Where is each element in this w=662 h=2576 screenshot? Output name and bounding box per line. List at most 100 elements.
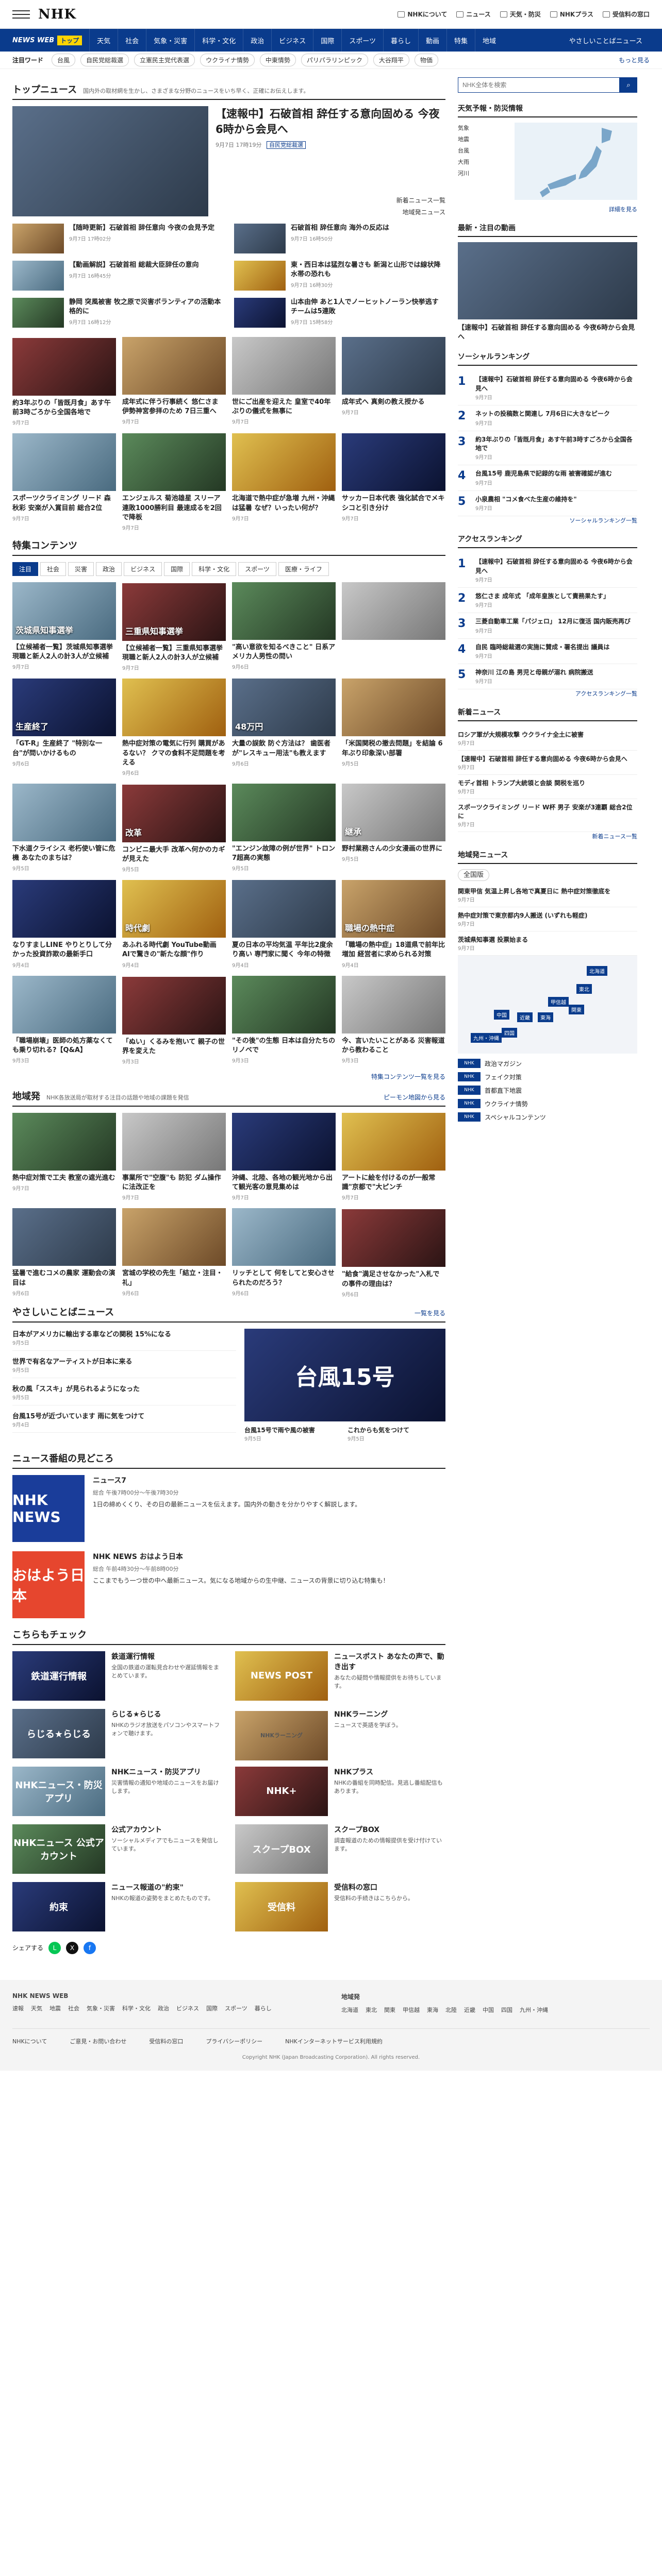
trending-chip[interactable]: 自民党総裁選 — [80, 54, 129, 66]
news-card[interactable]: 生産終了 「GT-R」生産終了 "特別な一台"が問いかけるもの 9月6日 — [12, 679, 116, 776]
news-card[interactable]: 「職場崩壊」医師の処方薬なくても乗り切れる?【Q&A】 9月3日 — [12, 975, 116, 1065]
news-title[interactable]: 「職場の熱中症」18道県で前年比増加 経営者に求められる対策 — [342, 941, 445, 959]
check-item[interactable]: NHK+ NHKプラス NHKの番組を同時配信。見逃し番組配信もあります。 — [235, 1766, 445, 1816]
rank-title[interactable]: 悠仁さま 成年式 「成年皇族として責務果たす」 — [475, 592, 609, 601]
region-select[interactable]: 全国版 — [458, 869, 490, 882]
x-icon[interactable]: X — [66, 1941, 79, 1954]
easy-item[interactable]: 秋の風「ススキ」が見られるようになった 9月5日 — [12, 1383, 236, 1405]
trending-chip[interactable]: 大谷翔平 — [373, 54, 409, 66]
region-button[interactable]: 東北 — [576, 984, 592, 994]
footer-link[interactable]: 関東 — [384, 2007, 395, 2013]
news-title[interactable]: スポーツクライミング リード 森秋彩 安楽が入賞目前 総合2位 — [12, 494, 116, 513]
news-title[interactable]: 約3年ぶりの「皆既月食」あす午前3時ごろから全国各地で — [12, 399, 116, 417]
news-title[interactable]: 熱中症対策の電気に行列 購買があるない？ クマの食料不足問題を考える — [122, 739, 226, 768]
news-title[interactable]: ロシア軍が大規模攻撃 ウクライナ全土に被害 — [458, 730, 637, 739]
trending-more-link[interactable]: もっと見る — [619, 56, 650, 64]
rank-title[interactable]: 神奈川 江の島 男児と母親が溺れ 病院搬送 — [475, 668, 593, 677]
nav-item-weather[interactable]: 天気 — [89, 29, 118, 52]
extra-link[interactable]: NHK ウクライナ情勢 — [458, 1099, 637, 1109]
footer-link[interactable]: 北海道 — [341, 2007, 358, 2013]
news-card[interactable]: 熱中症対策で工夫 教室の遮光進む 9月7日 — [12, 1113, 116, 1201]
check-title[interactable]: ニュースポスト あなたの声で、動き出す — [334, 1651, 445, 1672]
footer-link[interactable]: スポーツ — [225, 2005, 247, 2012]
extra-label[interactable]: ウクライナ情勢 — [485, 1099, 528, 1108]
extra-label[interactable]: スペシャルコンテンツ — [485, 1113, 546, 1122]
news-thumb[interactable] — [12, 1113, 116, 1171]
region-button[interactable]: 近畿 — [517, 1012, 533, 1023]
news-title[interactable]: アートに絵を付けるのが一般常識"京都で"大ピンチ — [342, 1174, 445, 1192]
news-thumb[interactable]: 改革 — [122, 784, 226, 842]
nhk-logo[interactable]: NHK — [38, 7, 76, 22]
news-thumb[interactable] — [122, 976, 226, 1035]
news-title[interactable]: 関東甲信 気温上昇し各地で真夏日に 熱中症対策徹底を — [458, 887, 637, 895]
tab-business[interactable]: ビジネス — [124, 562, 162, 576]
nav-item-science[interactable]: 科学・文化 — [194, 29, 243, 52]
footer-link[interactable]: NHKについて — [12, 2037, 47, 2045]
news-list-item[interactable]: スポーツクライミング リード W杯 男子 安楽が3連覇 総合2位に 9月7日 — [458, 799, 637, 833]
rank-item[interactable]: 5 神奈川 江の島 男児と母親が溺れ 病院搬送 9月7日 — [458, 664, 637, 690]
rank-item[interactable]: 3 約3年ぶりの「皆既月食」あす午前3時すごろから全国各地で 9月7日 — [458, 431, 637, 466]
nav-item-politics[interactable]: 政治 — [243, 29, 271, 52]
news-thumb[interactable]: 職場の熱中症 — [342, 880, 445, 938]
check-thumb[interactable]: NHKニュース 公式アカウント — [12, 1824, 105, 1874]
check-item[interactable]: 約束 ニュース報道の"約束" NHKの報道の姿勢をまとめたものです。 — [12, 1882, 223, 1931]
news-thumb[interactable] — [232, 337, 336, 395]
news-card[interactable]: なりすましLINE やりとりして分かった投資詐欺の最新手口 9月4日 — [12, 880, 116, 969]
extra-link[interactable]: NHK 政治マガジン — [458, 1059, 637, 1069]
news-list-item[interactable]: 茨城県知事選 投票始まる 9月7日 — [458, 931, 637, 956]
news-title[interactable]: "その後"の生態 日本は自分たちのリノベで — [232, 1037, 336, 1055]
check-item[interactable]: NHKニュース・防災アプリ NHKニュース・防災アプリ 災害情報の通知や地域のニュー… — [12, 1766, 223, 1816]
local-map-link[interactable]: ピーモン地図から見る — [384, 1093, 445, 1101]
nav-item-easy-news[interactable]: やさしいことばニュース — [562, 29, 650, 52]
news-title[interactable]: 野村業務さんの少女漫画の世界に — [342, 844, 445, 854]
news-card[interactable]: 48万円 大量の誤飲 防ぐ方法は？ 歯医者が"レスキュー用法"も教えます 9月6日 — [232, 679, 336, 776]
line-icon[interactable]: L — [48, 1941, 61, 1954]
check-thumb[interactable]: NHKラーニング — [235, 1710, 328, 1760]
program-item[interactable]: おはよう日本 NHK NEWS おはよう日本 総合 午前4時30分〜午前8時00分… — [12, 1551, 445, 1618]
region-button[interactable]: 関東 — [569, 1005, 584, 1015]
program-name[interactable]: ニュース7 — [93, 1475, 361, 1485]
check-item[interactable]: 受信料 受信料の窓口 受信料の手続きはこちらから。 — [235, 1882, 445, 1931]
news-thumb[interactable] — [122, 433, 226, 492]
check-thumb[interactable]: NHKニュース・防災アプリ — [12, 1766, 105, 1816]
footer-link[interactable]: 地震 — [49, 2005, 61, 2012]
news-title[interactable]: 「GT-R」生産終了 "特別な一台"が問いかけるもの — [12, 739, 116, 758]
rank-title[interactable]: 【速報中】石破首相 辞任する意向固める 今夜6時から会見へ — [475, 375, 637, 393]
japan-map[interactable] — [515, 123, 637, 200]
facebook-icon[interactable]: f — [84, 1941, 96, 1954]
news-card[interactable]: 山本由伸 あと1人でノーヒットノーラン快挙逃す チームは5連敗 9月7日 15時5… — [234, 298, 445, 330]
newest-more-link[interactable]: 新着ニュース一覧 — [458, 832, 637, 840]
news-title[interactable]: あふれる時代劇 YouTube動画 AIで驚きの"新たな顔"作り — [122, 941, 226, 959]
news-card[interactable]: 「ぬい」くるみを抱いて 親子の世界を変えた 9月3日 — [122, 976, 226, 1065]
nav-item-life[interactable]: 暮らし — [383, 29, 418, 52]
news-card[interactable]: 下水道クライシス 老朽使い管に危機 あなたのまちは？ 9月5日 — [12, 783, 116, 873]
news-card[interactable]: 成年式へ 真剣の教え授かる 9月7日 — [342, 337, 445, 426]
news-thumb[interactable] — [12, 975, 116, 1033]
nav-item-disaster[interactable]: 気象・災害 — [146, 29, 194, 52]
news-title[interactable]: 石破首相 辞任意向 海外の反応は — [291, 224, 389, 233]
header-link-weather[interactable]: 天気・防災 — [500, 10, 541, 19]
region-button[interactable]: 四国 — [502, 1028, 517, 1038]
news-list-item[interactable]: 【速報中】石破首相 辞任する意向固める 今夜6時から会見へ 9月7日 — [458, 751, 637, 775]
nav-item-local[interactable]: 地域 — [475, 29, 503, 52]
news7-logo[interactable]: NHK NEWS — [12, 1475, 85, 1542]
news-title[interactable]: サッカー日本代表 強化試合でメキシコと引き分け — [342, 494, 445, 513]
rank-item[interactable]: 4 自民 臨時総裁選の実施に賛成・署名提出 議員は 9月7日 — [458, 639, 637, 665]
news-title[interactable]: スポーツクライミング リード W杯 男子 安楽が3連覇 総合2位に — [458, 803, 637, 820]
rank-item[interactable]: 4 台風15号 鹿児島県で記録的な雨 被害確認が進む 9月7日 — [458, 465, 637, 491]
news-title[interactable]: 熱中症対策で工夫 教室の遮光進む — [12, 1174, 116, 1183]
tab-medical[interactable]: 医療・ライフ — [278, 562, 329, 576]
news-card[interactable]: 【随時更新】石破首相 辞任意向 今夜の会見予定 9月7日 17時02分 — [12, 224, 224, 256]
news-card[interactable]: "高い意欲を知るべきこと" 日系アメリカ人男性の問い 9月6日 — [232, 582, 336, 671]
news-thumb[interactable] — [342, 1113, 445, 1171]
extra-link[interactable]: NHK フェイク対策 — [458, 1072, 637, 1082]
news-card[interactable]: 東・西日本は猛烈な暑さも 新潟と山形では線状降水帯の恐れも 9月7日 16時30分 — [234, 261, 445, 293]
easy-item[interactable]: 台風15号が近づいています 雨に気をつけて 9月4日 — [12, 1411, 236, 1433]
check-item[interactable]: NEWS POST ニュースポスト あなたの声で、動き出す あなたの疑問や情報提供を… — [235, 1651, 445, 1701]
check-item[interactable]: スクープBOX スクープBOX 調査報道のための情報提供を受け付けています。 — [235, 1824, 445, 1874]
footer-link[interactable]: ビジネス — [176, 2005, 199, 2012]
ohayo-logo[interactable]: おはよう日本 — [12, 1551, 85, 1618]
weather-link[interactable]: 地震 — [458, 134, 509, 145]
check-thumb[interactable]: NHK+ — [235, 1766, 328, 1816]
news-thumb[interactable] — [232, 582, 336, 640]
